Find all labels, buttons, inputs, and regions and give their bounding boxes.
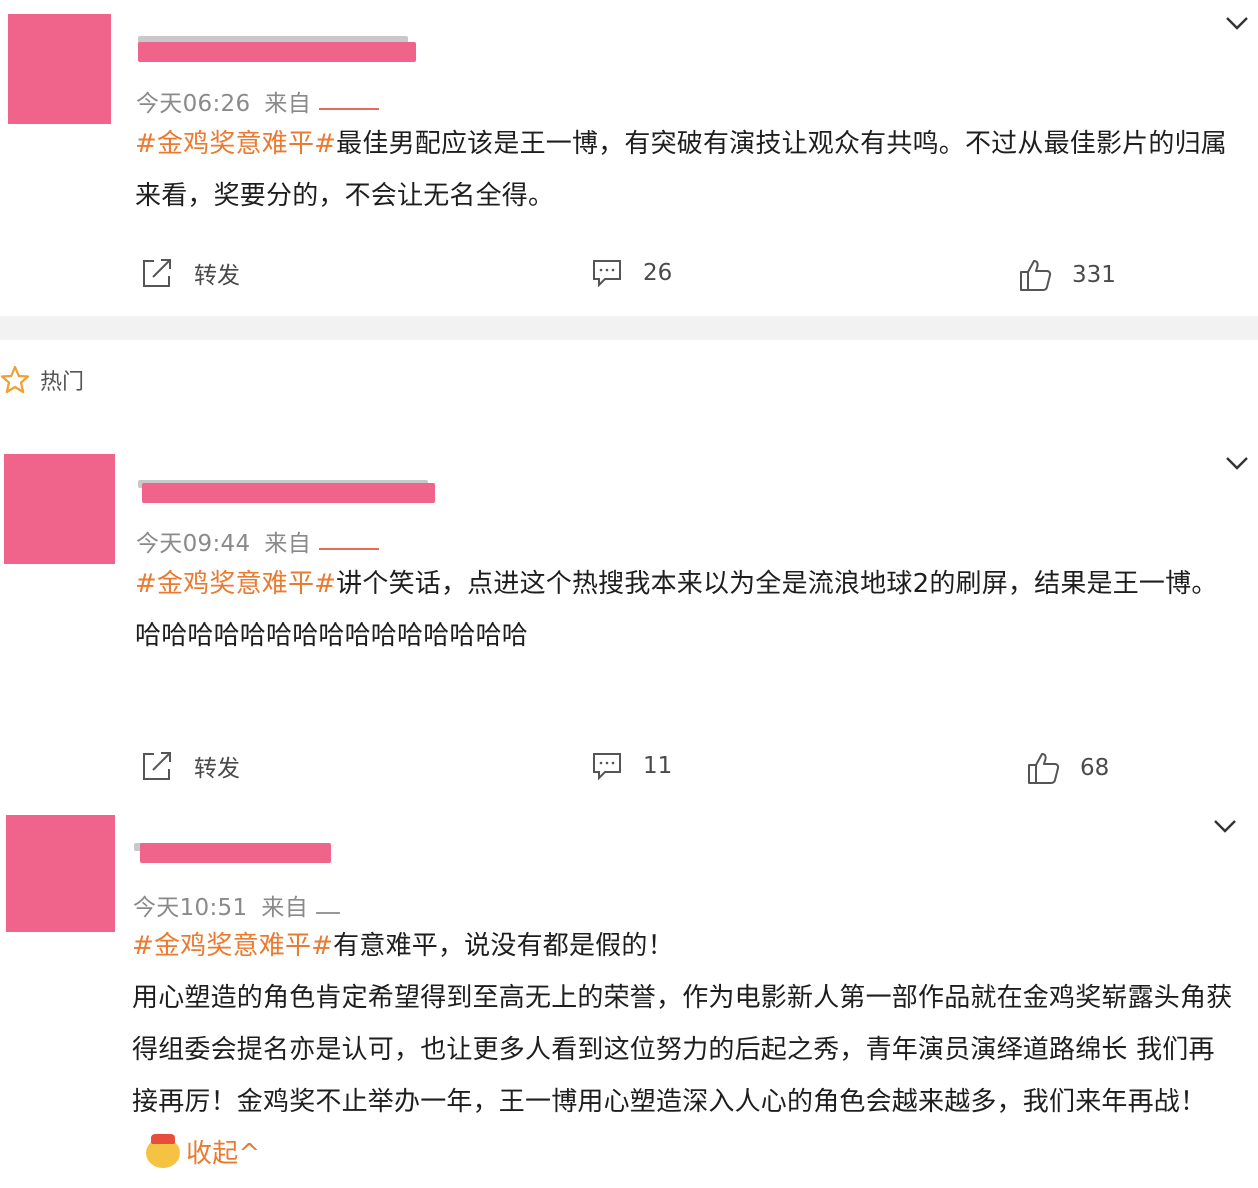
post-text: 有意难平，说没有都是假的！ xyxy=(333,931,674,961)
topic-tag[interactable]: #金鸡奖意难平# xyxy=(135,129,336,159)
post-source-label: 来自 xyxy=(264,531,311,557)
post-meta: 今天09:44 来自 xyxy=(136,524,379,558)
repost-button[interactable]: 转发 xyxy=(140,256,240,290)
comment-icon xyxy=(593,753,621,781)
post-body: #金鸡奖意难平#最佳男配应该是王一博，有突破有演技让观众有共鸣。不过从最佳影片的… xyxy=(135,118,1240,222)
repost-label: 转发 xyxy=(194,756,240,782)
repost-button[interactable]: 转发 xyxy=(140,749,240,783)
like-count: 331 xyxy=(1072,262,1116,288)
post-body: #金鸡奖意难平#有意难平，说没有都是假的！ 用心塑造的角色肯定希望得到至高无上的… xyxy=(132,920,1240,1180)
topic-tag[interactable]: #金鸡奖意难平# xyxy=(135,569,336,599)
chevron-down-icon[interactable] xyxy=(1212,813,1238,839)
post-time: 今天09:44 xyxy=(136,531,251,557)
comment-button[interactable]: 11 xyxy=(591,750,672,782)
share-icon xyxy=(143,259,171,287)
hot-section-header[interactable]: 热门 xyxy=(0,364,84,396)
source-redacted xyxy=(315,896,340,914)
source-redacted xyxy=(318,92,379,110)
post-time: 今天06:26 xyxy=(136,91,251,117)
comment-count: 11 xyxy=(643,753,673,779)
section-divider xyxy=(0,316,1258,340)
avatar[interactable] xyxy=(6,815,115,932)
repost-label: 转发 xyxy=(194,263,240,289)
comment-icon xyxy=(593,260,621,288)
collapse-link[interactable]: 收起^ xyxy=(186,1139,260,1169)
post-text-line: 哈哈哈哈哈哈哈哈哈哈哈哈哈哈哈 xyxy=(135,621,529,651)
chevron-down-icon[interactable] xyxy=(1224,450,1250,476)
post-meta: 今天06:26 来自 xyxy=(136,84,379,118)
post-source-label: 来自 xyxy=(261,895,308,921)
share-icon xyxy=(143,752,171,780)
hot-section-label: 热门 xyxy=(40,370,85,395)
chevron-down-icon[interactable] xyxy=(1224,10,1250,36)
thumbs-up-icon xyxy=(1028,753,1060,784)
post-card: 今天06:26 来自 #金鸡奖意难平#最佳男配应该是王一博，有突破有演技让观众有共… xyxy=(0,0,1258,316)
source-redacted xyxy=(318,532,379,550)
thumbs-up-icon xyxy=(1020,260,1052,291)
username-redacted[interactable] xyxy=(140,843,331,863)
star-icon xyxy=(0,365,30,394)
avatar[interactable] xyxy=(4,454,115,564)
username-redacted[interactable] xyxy=(142,483,435,503)
like-count: 68 xyxy=(1080,755,1110,781)
like-button[interactable]: 331 xyxy=(1018,258,1116,292)
comment-button[interactable]: 26 xyxy=(591,257,672,289)
post-body: #金鸡奖意难平#讲个笑话，点进这个热搜我本来以为全是流浪地球2的刷屏，结果是王一… xyxy=(135,558,1240,662)
post-text: 讲个笑话，点进这个热搜我本来以为全是流浪地球2的刷屏，结果是王一博。 xyxy=(336,569,1218,599)
topic-tag[interactable]: #金鸡奖意难平# xyxy=(132,931,333,961)
post-source-label: 来自 xyxy=(264,91,311,117)
post-card: 今天09:44 来自 #金鸡奖意难平#讲个笑话，点进这个热搜我本来以为全是流浪地球… xyxy=(0,440,1258,810)
comment-count: 26 xyxy=(643,260,673,286)
emoji-icon xyxy=(146,1134,180,1168)
post-time: 今天10:51 xyxy=(133,895,248,921)
post-text-paragraph: 用心塑造的角色肯定希望得到至高无上的荣誉，作为电影新人第一部作品就在金鸡奖崭露头… xyxy=(132,983,1233,1117)
username-redacted[interactable] xyxy=(138,42,416,62)
post-meta: 今天10:51 来自 xyxy=(133,888,340,922)
avatar[interactable] xyxy=(8,14,111,124)
like-button[interactable]: 68 xyxy=(1026,751,1109,785)
post-card: 今天10:51 来自 #金鸡奖意难平#有意难平，说没有都是假的！ 用心塑造的角色肯… xyxy=(0,805,1258,1188)
